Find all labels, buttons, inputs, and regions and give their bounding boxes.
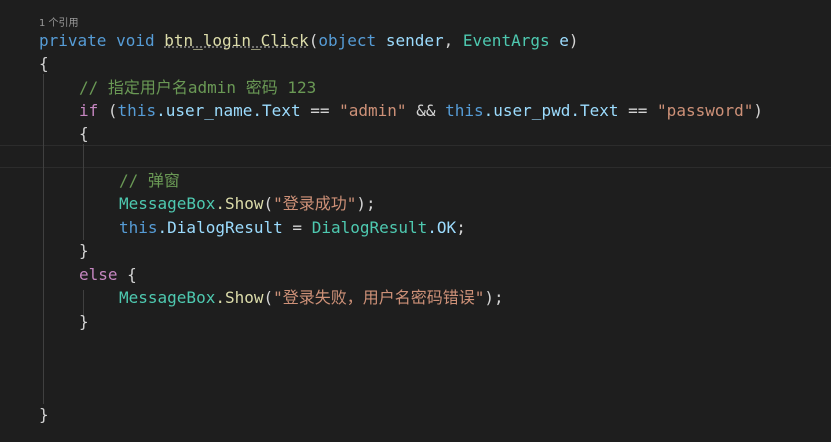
string-login-success: "登录成功" [273, 194, 357, 213]
code-line-18[interactable]: } [39, 403, 49, 426]
operator-equals: == [310, 101, 330, 120]
semicolon: ; [456, 218, 466, 237]
type-eventargs: EventArgs [462, 31, 550, 50]
method-show: .Show [215, 288, 264, 307]
code-editor[interactable]: 1 个引用 private void btn_login_Click(objec… [0, 0, 831, 442]
brace-close: } [79, 312, 89, 331]
statement-end: ); [484, 288, 504, 307]
type-dialogresult: DialogResult [311, 218, 428, 237]
keyword-if: if [79, 101, 99, 120]
param-sender: sender [385, 31, 444, 50]
member-ok: .OK [427, 218, 457, 237]
member-dialogresult: .DialogResult [157, 218, 283, 237]
statement-end: ); [356, 194, 376, 213]
string-login-fail: "登录失败，用户名密码错误" [273, 288, 485, 307]
code-line-8[interactable]: MessageBox.Show("登录成功"); [119, 192, 376, 215]
codelens-references[interactable]: 1 个引用 [39, 14, 79, 29]
keyword-void: void [116, 31, 155, 50]
code-line-1[interactable]: private void btn_login_Click(object send… [39, 29, 579, 52]
method-show: .Show [215, 194, 264, 213]
keyword-private: private [39, 31, 107, 50]
code-line-7[interactable]: // 弹窗 [119, 169, 180, 192]
keyword-this: this [445, 101, 484, 120]
paren-open: ( [107, 101, 118, 120]
comment-credentials: // 指定用户名admin 密码 123 [79, 78, 317, 97]
brace-open: { [79, 124, 89, 143]
code-line-3[interactable]: // 指定用户名admin 密码 123 [79, 76, 316, 99]
keyword-this: this [117, 101, 157, 120]
brace-open: { [127, 265, 137, 284]
indent-guide-method [43, 74, 44, 404]
keyword-object: object [318, 31, 377, 50]
code-line-12[interactable]: MessageBox.Show("登录失败，用户名密码错误"); [119, 286, 504, 309]
paren-open: ( [308, 31, 319, 50]
param-e: e [559, 31, 569, 50]
code-line-13[interactable]: } [79, 310, 89, 333]
keyword-else: else [79, 265, 118, 284]
paren-close: ) [753, 101, 764, 120]
member-user-pwd-text: .user_pwd.Text [483, 101, 619, 120]
comment-popup: // 弹窗 [119, 171, 180, 190]
code-line-11[interactable]: else { [79, 263, 137, 286]
code-line-5[interactable]: { [79, 122, 89, 145]
string-password: "password" [657, 101, 754, 120]
indent-guide-if-block [83, 144, 84, 240]
code-line-10[interactable]: } [79, 239, 89, 262]
comma: , [443, 31, 454, 50]
code-line-9[interactable]: this.DialogResult = DialogResult.OK; [119, 216, 466, 239]
operator-assign: = [292, 218, 303, 237]
paren-open: ( [263, 194, 274, 213]
current-line-highlight [0, 145, 831, 168]
brace-close: } [79, 241, 89, 260]
paren-open: ( [263, 288, 274, 307]
code-line-4[interactable]: if (this.user_name.Text == "admin" && th… [79, 99, 763, 122]
keyword-this: this [119, 218, 158, 237]
brace-open: { [39, 54, 49, 73]
paren-close: ) [568, 31, 579, 50]
operator-equals: == [628, 101, 648, 120]
operator-and: && [416, 101, 436, 120]
member-user-name-text: .user_name.Text [156, 101, 301, 120]
type-messagebox: MessageBox [119, 194, 216, 213]
type-messagebox: MessageBox [119, 288, 216, 307]
brace-close: } [39, 405, 49, 424]
string-admin: "admin" [339, 101, 407, 120]
method-name: btn_login_Click [164, 31, 309, 50]
code-line-2[interactable]: { [39, 52, 49, 75]
